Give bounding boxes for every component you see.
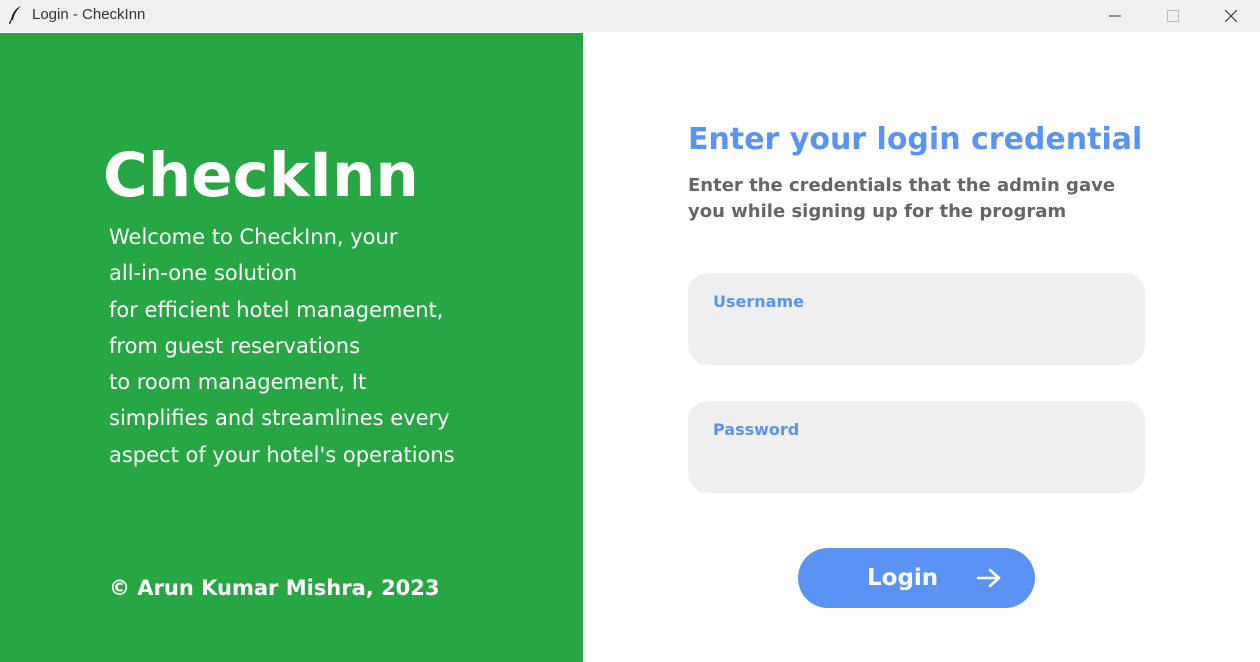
welcome-line: to room management, It xyxy=(109,370,367,395)
subheading-line: you while signing up for the program xyxy=(688,201,1067,222)
login-window: Login - CheckInn CheckInn Welcome to Che… xyxy=(0,0,1260,662)
login-heading: Enter your login credential xyxy=(688,122,1143,157)
welcome-line: simplifies and streamlines every xyxy=(109,406,450,431)
welcome-line: all-in-one solution xyxy=(109,261,298,286)
login-button[interactable]: Login xyxy=(798,548,1035,608)
username-field[interactable]: Username xyxy=(688,273,1145,365)
brand-title: CheckInn xyxy=(103,140,419,211)
welcome-line: from guest reservations xyxy=(109,333,361,358)
close-icon xyxy=(1225,10,1237,22)
welcome-line: aspect of your hotel's operations xyxy=(109,442,455,467)
username-label: Username xyxy=(713,292,804,311)
username-input[interactable] xyxy=(713,319,1118,351)
login-panel: Enter your login credential Enter the cr… xyxy=(583,33,1260,662)
password-label: Password xyxy=(713,420,800,439)
maximize-button[interactable] xyxy=(1144,0,1202,32)
subheading-line: Enter the credentials that the admin gav… xyxy=(688,175,1116,196)
password-input[interactable] xyxy=(713,447,1118,479)
login-subheading: Enter the credentials that the admin gav… xyxy=(688,173,1158,225)
window-title: Login - CheckInn xyxy=(32,6,146,23)
welcome-line: for efficient hotel management, xyxy=(109,297,444,322)
title-bar: Login - CheckInn xyxy=(0,0,1260,32)
maximize-icon xyxy=(1167,10,1179,22)
feather-icon xyxy=(8,5,24,25)
welcome-line: Welcome to CheckInn, your xyxy=(109,225,398,249)
welcome-text: Welcome to CheckInn, your all-in-one sol… xyxy=(109,219,549,473)
minimize-icon xyxy=(1109,10,1121,22)
minimize-button[interactable] xyxy=(1086,0,1144,32)
arrow-right-icon xyxy=(976,567,1002,589)
copyright-text: © Arun Kumar Mishra, 2023 xyxy=(109,576,440,600)
welcome-panel: CheckInn Welcome to CheckInn, your all-i… xyxy=(0,33,583,662)
password-field[interactable]: Password xyxy=(688,401,1145,493)
login-button-label: Login xyxy=(867,565,939,591)
close-button[interactable] xyxy=(1202,0,1260,32)
